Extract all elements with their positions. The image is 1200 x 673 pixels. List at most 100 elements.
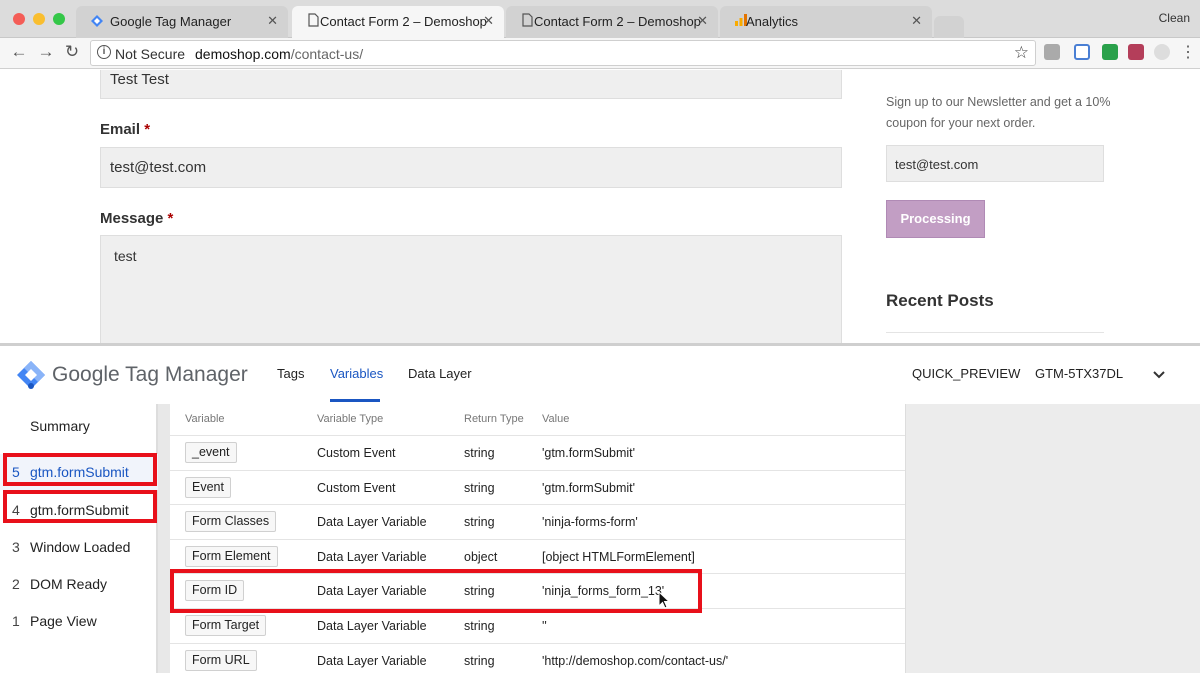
highlight-box bbox=[170, 569, 702, 613]
cell-value: 'gtm.formSubmit' bbox=[542, 480, 635, 495]
variable-name-chip[interactable]: Event bbox=[185, 476, 231, 498]
tab-label: Analytics bbox=[746, 14, 799, 29]
reload-icon[interactable]: ↻ bbox=[62, 42, 82, 62]
menu-kebab-icon[interactable]: ⋮ bbox=[1180, 42, 1196, 62]
forward-arrow-icon[interactable]: → bbox=[36, 42, 56, 62]
sidebar-item-label: DOM Ready bbox=[30, 576, 108, 592]
browser-tab-strip: Google Tag Manager ✕ Contact Form 2 – De… bbox=[0, 0, 1200, 38]
ghostery-extension-icon[interactable] bbox=[1154, 44, 1170, 60]
name-field[interactable]: Test Test bbox=[100, 70, 842, 99]
back-arrow-icon[interactable]: ← bbox=[9, 42, 29, 62]
table-row: Form Target Data Layer Variable string '' bbox=[170, 608, 905, 643]
event-number: 2 bbox=[12, 576, 20, 592]
gtm-brand: Google Tag Manager bbox=[52, 363, 248, 387]
tab-data-layer[interactable]: Data Layer bbox=[408, 366, 472, 381]
column-header: Return Type bbox=[464, 413, 524, 425]
table-row: Form URL Data Layer Variable string 'http:/… bbox=[170, 642, 905, 673]
cell-return: string bbox=[464, 446, 495, 460]
newsletter-line: coupon for your next order. bbox=[886, 116, 1036, 130]
url-path: /contact-us/ bbox=[290, 46, 364, 62]
cell-value: 'http://demoshop.com/contact-us/' bbox=[542, 653, 729, 668]
tab-variables[interactable]: Variables bbox=[330, 366, 383, 381]
gtm-logo-icon bbox=[17, 361, 45, 389]
sidebar-item-event-3[interactable]: 3 Window Loaded bbox=[0, 529, 158, 565]
browser-toolbar: ← → ↻ i Not Secure demoshop.com/contact-… bbox=[0, 38, 1200, 69]
cell-value: '' bbox=[542, 619, 547, 633]
cell-return: string bbox=[464, 515, 495, 530]
variable-name-chip[interactable]: Form Target bbox=[185, 615, 267, 636]
sidebar-item-label: Summary bbox=[30, 418, 90, 434]
variable-name-chip[interactable]: Form Classes bbox=[185, 511, 277, 533]
sidebar-item-event-1[interactable]: 1 Page View bbox=[0, 603, 158, 639]
tab-label: Contact Form 2 – Demoshop bbox=[320, 14, 487, 29]
info-icon[interactable]: i bbox=[97, 45, 111, 59]
gtm-header: Google Tag Manager Tags Variables Data L… bbox=[0, 346, 1200, 404]
address-bar[interactable]: i Not Secure demoshop.com/contact-us/ ☆ bbox=[90, 40, 1036, 66]
panel-gutter bbox=[158, 404, 170, 673]
tab-close-icon[interactable]: ✕ bbox=[697, 13, 708, 29]
quick-preview-label: QUICK_PREVIEW bbox=[912, 366, 1021, 381]
cell-return: string bbox=[464, 480, 495, 495]
tag-assistant-extension-icon[interactable] bbox=[1074, 44, 1090, 60]
browser-tab-analytics[interactable]: Analytics ✕ bbox=[720, 6, 932, 38]
security-label: Not Secure bbox=[115, 46, 186, 62]
minimize-window-icon[interactable] bbox=[33, 13, 45, 25]
tab-close-icon[interactable]: ✕ bbox=[483, 13, 494, 29]
gtm-icon bbox=[91, 15, 103, 27]
cell-type: Custom Event bbox=[317, 480, 396, 495]
recent-posts-heading: Recent Posts bbox=[886, 291, 994, 310]
tab-tags[interactable]: Tags bbox=[277, 366, 304, 381]
new-tab-button[interactable] bbox=[934, 16, 964, 38]
cell-type: Data Layer Variable bbox=[317, 515, 427, 530]
browser-tab-contact-form-2[interactable]: Contact Form 2 – Demoshop ✕ bbox=[506, 6, 718, 38]
event-number: 3 bbox=[12, 539, 20, 555]
cell-value: [object HTMLFormElement] bbox=[542, 549, 695, 564]
cell-type: Custom Event bbox=[317, 446, 396, 460]
cell-return: string bbox=[464, 653, 495, 668]
chevron-down-icon[interactable] bbox=[1152, 370, 1166, 380]
cell-return: string bbox=[464, 619, 495, 633]
newsletter-email-field[interactable]: test@test.com bbox=[886, 145, 1104, 182]
close-window-icon[interactable] bbox=[13, 13, 25, 25]
tab-close-icon[interactable]: ✕ bbox=[911, 13, 922, 29]
sidebar-item-label: Window Loaded bbox=[30, 539, 131, 555]
highlight-box bbox=[3, 490, 157, 523]
selected-tab-indicator bbox=[330, 399, 380, 402]
divider bbox=[886, 332, 1104, 333]
gtm-debug-panel: Google Tag Manager Tags Variables Data L… bbox=[0, 343, 1200, 673]
url-host: demoshop.com bbox=[195, 46, 291, 62]
tab-close-icon[interactable]: ✕ bbox=[267, 13, 278, 29]
variable-name-chip[interactable]: Form URL bbox=[185, 649, 257, 671]
newsletter-text: Sign up to our Newsletter and get a 10% … bbox=[886, 92, 1110, 134]
table-row: _event Custom Event string 'gtm.formSubmit' bbox=[170, 435, 905, 470]
table-row: Form Classes Data Layer Variable string 'ni… bbox=[170, 504, 905, 539]
column-header: Variable Type bbox=[317, 413, 384, 425]
variable-name-chip[interactable]: _event bbox=[185, 442, 237, 463]
column-header: Variable bbox=[185, 413, 225, 425]
maximize-window-icon[interactable] bbox=[53, 13, 65, 25]
browser-tab-gtm[interactable]: Google Tag Manager ✕ bbox=[76, 6, 288, 38]
sidebar-item-label: Page View bbox=[30, 613, 97, 629]
page-viewport: Test Test Email * test@test.com Message … bbox=[0, 70, 1200, 343]
code-extension-icon[interactable] bbox=[1044, 44, 1060, 60]
sidebar-item-summary[interactable]: Summary bbox=[0, 408, 158, 444]
browser-tab-contact-form[interactable]: Contact Form 2 – Demoshop ✕ bbox=[292, 6, 504, 38]
email-field[interactable]: test@test.com bbox=[100, 147, 842, 188]
message-field[interactable]: test bbox=[100, 235, 842, 343]
flag-extension-icon[interactable] bbox=[1128, 44, 1144, 60]
event-sidebar: Summary 5 gtm.formSubmit 4 gtm.formSubmit … bbox=[0, 404, 158, 673]
required-marker: * bbox=[167, 210, 174, 227]
bookmark-star-icon[interactable]: ☆ bbox=[1014, 43, 1029, 63]
newsletter-email-value: test@test.com bbox=[895, 157, 979, 172]
message-label: Message * bbox=[100, 210, 173, 227]
sidebar-item-event-2[interactable]: 2 DOM Ready bbox=[0, 566, 158, 602]
on-extension-icon[interactable] bbox=[1102, 44, 1118, 60]
message-value: test bbox=[114, 248, 137, 264]
email-label-text: Email bbox=[100, 121, 141, 138]
cell-value: 'ninja-forms-form' bbox=[542, 515, 638, 530]
processing-button[interactable]: Processing bbox=[886, 200, 985, 238]
newsletter-line: Sign up to our Newsletter and get a 10% bbox=[886, 95, 1111, 109]
name-value: Test Test bbox=[110, 71, 169, 88]
profile-label[interactable]: Clean bbox=[1159, 11, 1190, 25]
variable-name-chip[interactable]: Form Element bbox=[185, 545, 278, 567]
